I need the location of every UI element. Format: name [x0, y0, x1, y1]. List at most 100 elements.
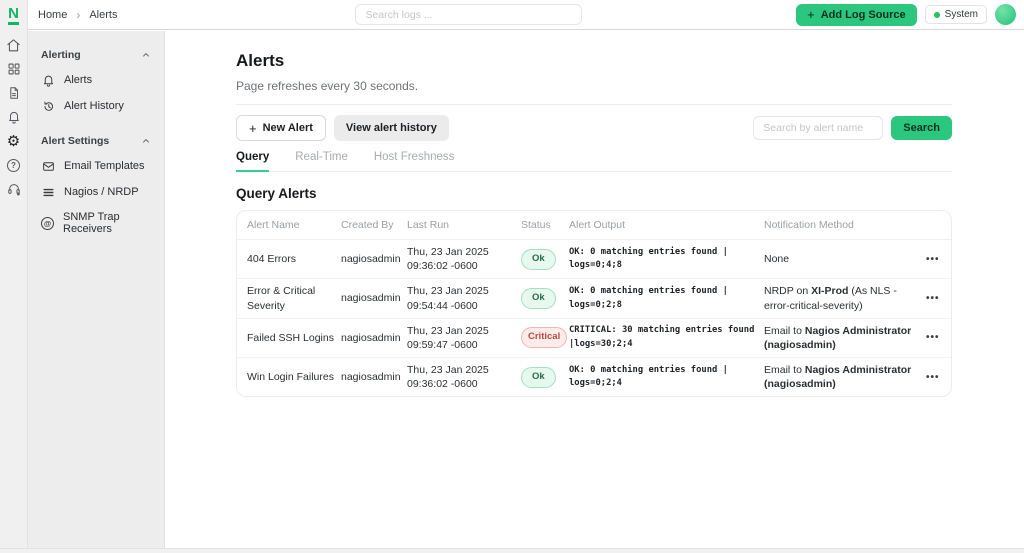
bell-icon[interactable] — [6, 109, 22, 125]
page-title: Alerts — [236, 51, 285, 70]
alert-output-cell: CRITICAL: 30 matching entries found |log… — [569, 325, 755, 349]
chevron-up-icon — [143, 53, 149, 57]
created-by-cell: nagiosadmin — [341, 331, 401, 344]
tab-bar: Query Real-Time Host Freshness — [236, 151, 952, 172]
notification-method-cell: Email to Nagios Administrator (nagiosadm… — [764, 324, 912, 351]
icon-rail: N ⚙ ? — [0, 0, 28, 553]
status-badge: Ok — [521, 288, 556, 309]
main-content: Alerts Page refreshes every 30 seconds. … — [166, 31, 1024, 553]
gear-icon[interactable]: ⚙ — [6, 133, 22, 149]
table-row: Error & Critical Severity nagiosadmin Th… — [237, 278, 951, 317]
column-header-last-run: Last Run — [407, 219, 450, 231]
search-button[interactable]: Search — [891, 116, 952, 140]
column-header-alert-name: Alert Name — [247, 219, 300, 231]
sidebar-section-label: Alerting — [41, 49, 81, 61]
sidebar-section-alerting[interactable]: Alerting — [28, 43, 164, 67]
column-header-alert-output: Alert Output — [569, 219, 626, 231]
query-alerts-table: Alert Name Created By Last Run Status Al… — [236, 210, 952, 398]
created-by-cell: nagiosadmin — [341, 253, 401, 266]
tab-host-freshness[interactable]: Host Freshness — [374, 151, 455, 171]
breadcrumb-home[interactable]: Home — [38, 9, 67, 21]
topbar: Home › Alerts + Add Log Source System — [28, 0, 1024, 30]
sidebar-item-snmp-trap-receivers[interactable]: @ SNMP Trap Receivers — [28, 205, 164, 241]
alert-name-cell: Win Login Failures — [247, 371, 334, 384]
sidebar-section-alert-settings[interactable]: Alert Settings — [28, 129, 164, 153]
status-cell: Ok — [521, 288, 569, 309]
table-header-row: Alert Name Created By Last Run Status Al… — [237, 211, 951, 240]
envelope-icon — [41, 159, 55, 173]
sidebar-item-label: Alert History — [64, 100, 124, 112]
view-alert-history-button[interactable]: View alert history — [333, 115, 449, 141]
alert-output-cell: OK: 0 matching entries found | logs=0;2;… — [569, 364, 728, 389]
last-run-cell: Thu, 23 Jan 2025 09:54:44 -0600 — [407, 285, 489, 312]
user-avatar[interactable] — [995, 4, 1016, 25]
home-icon[interactable] — [6, 37, 22, 53]
sidebar-item-label: Email Templates — [64, 160, 145, 172]
column-header-notification-method: Notification Method — [764, 219, 854, 231]
sidebar-item-label: SNMP Trap Receivers — [63, 211, 120, 235]
divider — [236, 104, 952, 105]
system-status-pill[interactable]: System — [924, 5, 987, 24]
last-run-cell: Thu, 23 Jan 2025 09:36:02 -0600 — [407, 364, 489, 391]
apps-icon[interactable] — [6, 61, 22, 77]
search-logs-input[interactable] — [355, 4, 583, 25]
help-icon[interactable]: ? — [6, 157, 22, 173]
window-bottom-edge — [0, 548, 1024, 553]
tab-real-time[interactable]: Real-Time — [295, 151, 348, 171]
sidebar-item-alerts[interactable]: Alerts — [28, 67, 164, 93]
column-header-created-by: Created By — [341, 219, 394, 231]
last-run-cell: Thu, 23 Jan 2025 09:36:02 -0600 — [407, 246, 489, 273]
created-by-cell: nagiosadmin — [341, 371, 401, 384]
status-cell: Ok — [521, 248, 569, 270]
add-log-source-button[interactable]: + Add Log Source — [796, 3, 917, 26]
row-menu-icon[interactable]: ••• — [926, 372, 951, 383]
notification-method-cell: Email to Nagios Administrator (nagiosadm… — [764, 364, 912, 391]
table-row: Failed SSH Logins nagiosadmin Thu, 23 Ja… — [237, 317, 951, 357]
toolbar: + New Alert View alert history Search — [236, 115, 952, 141]
sidebar: Alerting Alerts Alert History Alert Sett… — [28, 31, 165, 553]
created-by-cell: nagiosadmin — [341, 292, 401, 305]
column-header-status: Status — [521, 219, 551, 231]
row-menu-icon[interactable]: ••• — [926, 332, 951, 343]
new-alert-button[interactable]: + New Alert — [236, 115, 326, 141]
sidebar-item-email-templates[interactable]: Email Templates — [28, 153, 164, 179]
document-icon[interactable] — [6, 85, 22, 101]
alert-name-cell: Failed SSH Logins — [247, 331, 334, 344]
breadcrumb-current[interactable]: Alerts — [89, 9, 117, 21]
sidebar-item-nagios-nrdp[interactable]: Nagios / NRDP — [28, 179, 164, 205]
table-row: Win Login Failures nagiosadmin Thu, 23 J… — [237, 357, 951, 396]
at-icon: @ — [41, 216, 54, 230]
alert-output-cell: OK: 0 matching entries found | logs=0;2;… — [569, 285, 728, 310]
chevron-right-icon: › — [76, 7, 81, 22]
section-title: Query Alerts — [236, 186, 317, 201]
tab-query[interactable]: Query — [236, 151, 270, 172]
system-label: System — [944, 9, 978, 20]
status-dot-icon — [933, 11, 940, 18]
nagios-logo-letter: N — [8, 6, 19, 25]
table-row: 404 Errors nagiosadmin Thu, 23 Jan 2025 … — [237, 240, 951, 278]
status-badge: Ok — [521, 366, 556, 388]
plus-icon: + — [249, 120, 257, 136]
alert-name-search-input[interactable] — [753, 116, 884, 140]
alert-output-cell: OK: 0 matching entries found | logs=0;4;… — [569, 246, 728, 271]
status-badge: Ok — [521, 248, 556, 270]
plus-icon: + — [807, 7, 815, 22]
sidebar-section-label: Alert Settings — [41, 135, 110, 147]
sidebar-item-label: Nagios / NRDP — [64, 186, 139, 198]
row-menu-icon[interactable]: ••• — [926, 293, 951, 304]
alert-name-cell: 404 Errors — [247, 253, 297, 266]
sidebar-item-label: Alerts — [64, 74, 93, 86]
support-icon[interactable] — [6, 181, 22, 197]
status-badge: Critical — [521, 327, 568, 349]
last-run-cell: Thu, 23 Jan 2025 09:59:47 -0600 — [407, 324, 489, 351]
history-icon — [41, 99, 55, 113]
add-log-source-label: Add Log Source — [820, 8, 906, 21]
new-alert-label: New Alert — [262, 122, 313, 134]
breadcrumb: Home › Alerts — [38, 9, 117, 21]
row-menu-icon[interactable]: ••• — [926, 254, 951, 265]
sidebar-item-alert-history[interactable]: Alert History — [28, 93, 164, 119]
chevron-up-icon — [143, 139, 149, 143]
nagios-logo[interactable]: N — [0, 0, 27, 30]
notification-method-cell: NRDP on XI-Prod (As NLS - error-critical… — [764, 285, 897, 312]
status-cell: Ok — [521, 366, 569, 388]
